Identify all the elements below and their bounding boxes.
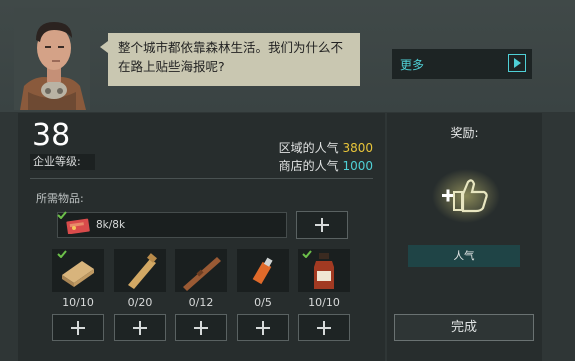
region-popularity-value: 3800 xyxy=(342,141,373,155)
more-button-label: 更多 xyxy=(400,58,425,72)
add-wooden-bat-button[interactable] xyxy=(114,314,166,341)
dialog-text-line1: 整个城市都依靠森林生活。我们为什么不 xyxy=(118,40,344,55)
item-count-medicine-bottle: 10/10 xyxy=(308,296,340,309)
money-requirement-slot: 8k/8k xyxy=(57,212,287,238)
money-card-icon xyxy=(66,218,90,234)
add-money-button[interactable] xyxy=(296,211,348,239)
more-button[interactable]: 更多 xyxy=(392,49,532,79)
item-count-wooden-stick: 0/12 xyxy=(188,296,214,309)
check-icon xyxy=(57,211,67,219)
usb-stick-icon xyxy=(252,257,273,285)
thumbs-up-plus-icon xyxy=(430,168,500,224)
wooden-bat-icon xyxy=(128,253,157,289)
shop-popularity: 商店的人气 1000 xyxy=(279,157,373,174)
item-slot-wooden-bat xyxy=(114,249,166,292)
dialog-bubble: 整个城市都依靠森林生活。我们为什么不 在路上贴些海报呢? xyxy=(100,33,360,86)
reward-title: 奖励: xyxy=(450,126,479,140)
play-icon xyxy=(508,54,526,72)
reward-popularity-tag: 人气 xyxy=(408,245,520,267)
required-items-title: 所需物品: xyxy=(36,192,84,205)
wooden-stick-icon xyxy=(183,257,221,291)
item-slot-wooden-stick xyxy=(175,249,227,292)
dialog-text-line2: 在路上贴些海报呢? xyxy=(118,59,225,74)
add-usb-stick-button[interactable] xyxy=(237,314,289,341)
item-count-wooden-bat: 0/20 xyxy=(127,296,153,309)
company-level-label: 企业等级: xyxy=(30,154,95,170)
money-amount: 8k/8k xyxy=(96,219,126,231)
add-wooden-stick-button[interactable] xyxy=(175,314,227,341)
company-level-value: 38 xyxy=(32,118,71,153)
add-medicine-bottle-button[interactable] xyxy=(298,314,350,341)
shop-popularity-label: 商店的人气 xyxy=(278,159,339,173)
add-wood-plank-button[interactable] xyxy=(52,314,104,341)
item-count-wood-plank: 10/10 xyxy=(62,296,94,309)
character-portrait xyxy=(14,8,90,110)
item-count-usb-stick: 0/5 xyxy=(254,296,272,309)
divider xyxy=(30,178,373,179)
region-popularity-label: 区域的人气 xyxy=(278,141,339,155)
check-icon xyxy=(302,250,312,258)
shop-popularity-value: 1000 xyxy=(342,159,373,173)
check-icon xyxy=(57,250,67,258)
complete-button[interactable]: 完成 xyxy=(394,314,534,341)
item-slot-usb-stick xyxy=(237,249,289,292)
region-popularity: 区域的人气 3800 xyxy=(279,139,373,156)
